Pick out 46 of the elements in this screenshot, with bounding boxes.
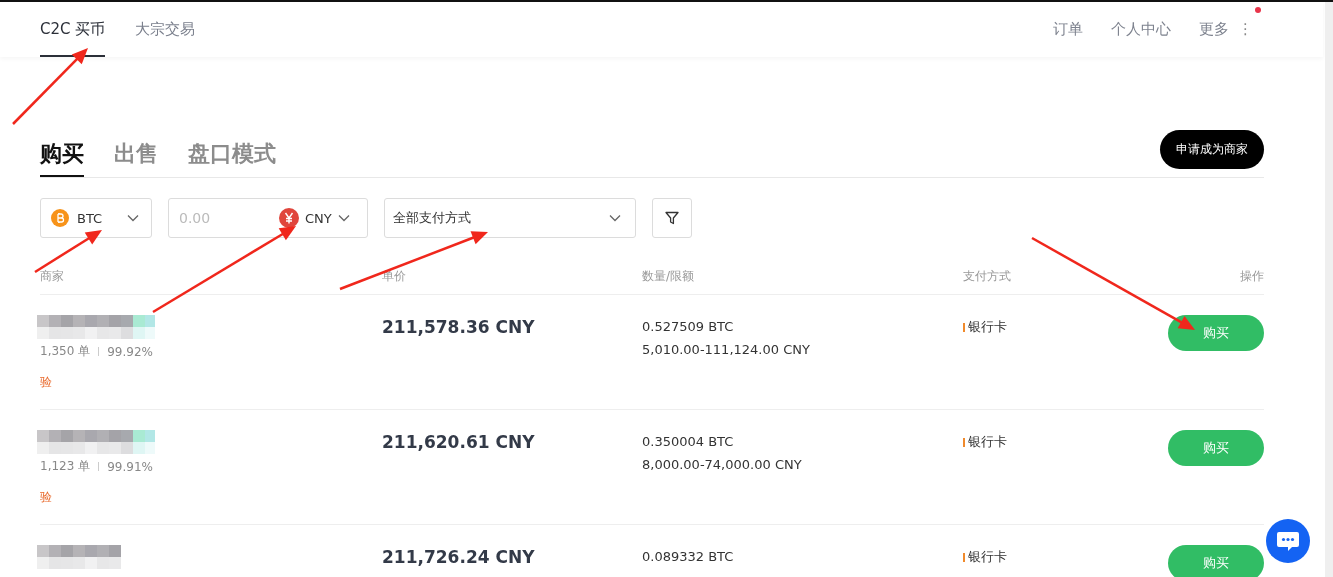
completion-rate: 99.92% [107, 344, 153, 359]
buy-button[interactable]: 购买 [1168, 430, 1264, 466]
limit-range: 8,000.00-74,000.00 CNY [642, 457, 803, 472]
nav-tab[interactable]: 大宗交易 [135, 2, 196, 57]
quantity: 0.089332 BTC [642, 549, 735, 564]
scrollbar[interactable] [1325, 2, 1333, 577]
quantity: 0.350004 BTC [642, 434, 735, 449]
trade-tab[interactable]: 出售 [114, 130, 158, 177]
order-count: 1,123 单 [40, 458, 91, 475]
unit-price: 211,578.36 CNY [382, 316, 536, 339]
buy-button[interactable]: 购买 [1168, 545, 1264, 577]
coin-select[interactable]: BTC [40, 198, 152, 238]
chat-button[interactable] [1266, 519, 1310, 563]
verified-label: 验 [39, 374, 52, 391]
trade-tab[interactable]: 盘口模式 [188, 130, 276, 177]
amount-field[interactable]: 0.00 CNY [168, 198, 368, 238]
payment-method: 银行卡 [968, 433, 1007, 451]
completion-rate: 99.91% [107, 459, 153, 474]
quantity: 0.527509 BTC [642, 319, 735, 334]
column-header: 商家 [40, 268, 65, 285]
chevron-down-icon [609, 214, 621, 222]
yuan-icon [279, 208, 299, 228]
verified-label: 验 [39, 489, 52, 506]
nav-link[interactable]: 订单 [1053, 20, 1084, 39]
filter-icon [664, 210, 680, 226]
unit-price: 211,620.61 CNY [382, 431, 536, 454]
chevron-down-icon [127, 214, 139, 222]
unit-price: 211,726.24 CNY [382, 546, 536, 569]
order-count: 1,350 单 [40, 343, 91, 360]
currency-select[interactable]: CNY [305, 210, 350, 226]
column-header: 操作 [1239, 268, 1264, 285]
apply-merchant-button[interactable]: 申请成为商家 [1160, 130, 1264, 169]
limit-range: 5,010.00-111,124.00 CNY [642, 342, 811, 357]
payment-method: 银行卡 [968, 318, 1007, 336]
more-menu[interactable]: 更多 ⋮ [1199, 20, 1253, 39]
column-header: 支付方式 [963, 268, 1012, 285]
chevron-down-icon [337, 214, 350, 222]
bitcoin-icon [51, 209, 69, 227]
nav-link[interactable]: 个人中心 [1111, 20, 1172, 39]
column-header: 数量/限额 [642, 268, 696, 285]
payment-select[interactable]: 全部支付方式 [384, 198, 636, 238]
trade-tab[interactable]: 购买 [40, 130, 84, 177]
filter-button[interactable] [652, 198, 692, 238]
buy-button[interactable]: 购买 [1168, 315, 1264, 351]
payment-method: 银行卡 [968, 548, 1007, 566]
chat-icon [1276, 530, 1300, 552]
